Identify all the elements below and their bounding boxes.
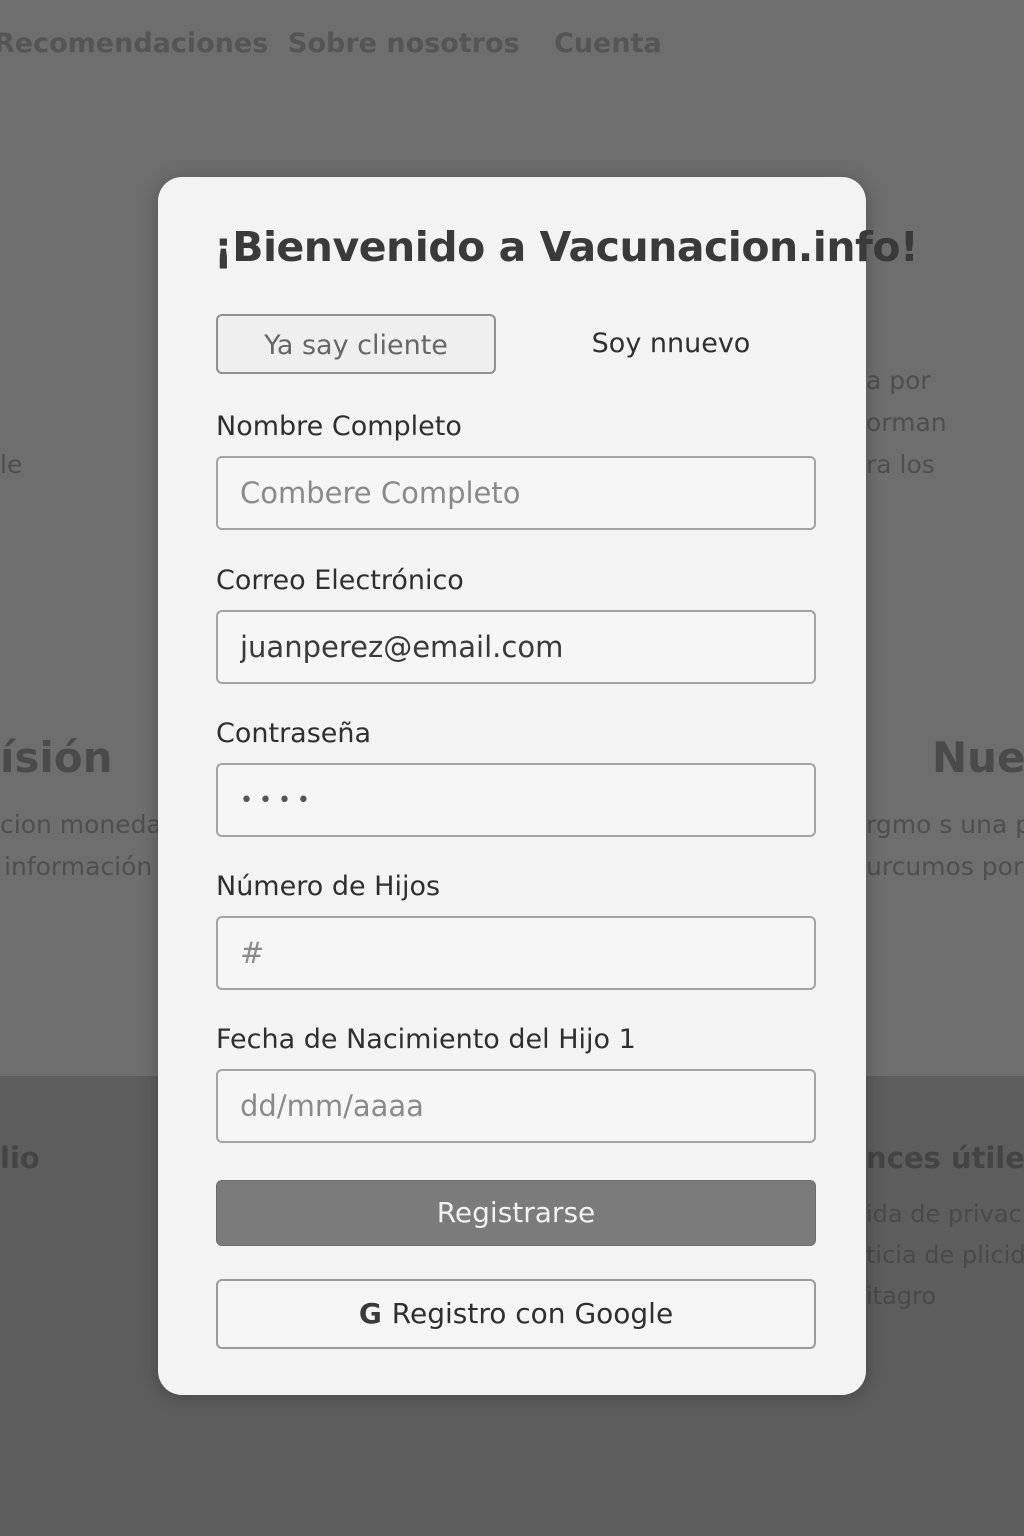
nav-item-recomendaciones[interactable]: Recomendaciones [0,28,268,59]
email-input[interactable] [216,610,816,684]
footer-link[interactable]: ticia de plicida [866,1241,1024,1269]
password-label: Contraseña [216,718,372,749]
background-text: ra los [866,450,935,479]
background-text: urcumos por [866,852,1024,881]
password-input[interactable] [216,763,816,837]
child-birthdate-input[interactable] [216,1069,816,1143]
background-text: rgmo s una p [866,810,1024,839]
email-label: Correo Electrónico [216,565,464,596]
registration-modal: ¡Bienvenido a Vacunacion.info! Ya say cl… [158,177,919,1395]
google-register-label: Registro con Google [391,1297,674,1330]
tab-new-user[interactable]: Soy nnuevo [566,314,776,374]
footer-link[interactable]: itagro [866,1282,936,1310]
full-name-input[interactable] [216,456,816,530]
full-name-label: Nombre Completo [216,411,462,442]
background-text: le [0,450,23,479]
background-text: cion moneda [0,810,162,839]
background-text: información [4,852,153,881]
children-count-label: Número de Hijos [216,871,441,902]
register-button[interactable]: Registrarse [216,1180,816,1246]
modal-title: ¡Bienvenido a Vacunacion.info! [214,223,919,271]
footer-link[interactable]: ida de privacio [866,1200,1024,1228]
tab-existing-client[interactable]: Ya say cliente [216,314,496,374]
footer-title: lio [0,1141,40,1175]
child-birthdate-label: Fecha de Nacimiento del Hijo 1 [216,1024,636,1055]
google-register-button[interactable]: G Registro con Google [216,1279,816,1349]
footer-title: nces útiles [866,1141,1024,1175]
background-text: orman [866,408,947,437]
nav-item-cuenta[interactable]: Cuenta [554,28,662,59]
children-count-input[interactable] [216,916,816,990]
google-icon: G [358,1297,382,1330]
background-text: a por [866,366,931,395]
background-section-title: Nues [932,733,1024,782]
nav-item-sobre-nosotros[interactable]: Sobre nosotros [288,28,520,59]
background-section-title: ísión [0,733,113,782]
